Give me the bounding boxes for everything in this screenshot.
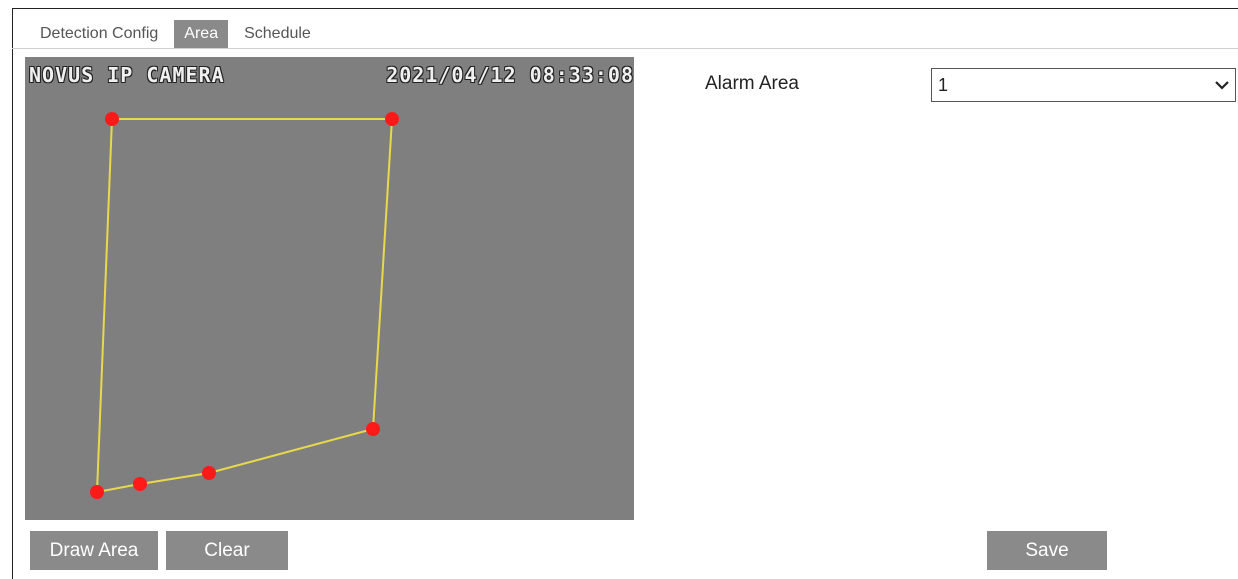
alarm-area-selected-value: 1 [938,75,949,95]
area-vertex[interactable] [133,477,147,491]
clear-button[interactable]: Clear [166,531,288,570]
tab-bar: Detection Config Area Schedule [30,20,321,48]
area-vertex[interactable] [105,112,119,126]
area-vertex[interactable] [90,485,104,499]
area-vertex[interactable] [202,466,216,480]
tab-detection-config[interactable]: Detection Config [30,20,168,48]
tab-divider [12,48,1238,49]
camera-name-osd: NOVUS IP CAMERA [29,63,225,87]
alarm-area-overlay[interactable] [25,57,634,520]
area-vertex[interactable] [385,112,399,126]
timestamp-osd: 2021/04/12 08:33:08 [386,63,634,87]
area-vertex[interactable] [366,422,380,436]
draw-area-button[interactable]: Draw Area [30,531,158,570]
chevron-down-icon [1215,81,1229,90]
alarm-area-select[interactable]: 1 [931,68,1236,102]
tab-schedule[interactable]: Schedule [234,20,321,48]
save-button[interactable]: Save [987,531,1107,570]
video-preview[interactable]: NOVUS IP CAMERA 2021/04/12 08:33:08 [25,57,634,520]
tab-area[interactable]: Area [174,20,229,48]
alarm-area-polygon [95,118,394,494]
alarm-area-label: Alarm Area [705,73,799,94]
